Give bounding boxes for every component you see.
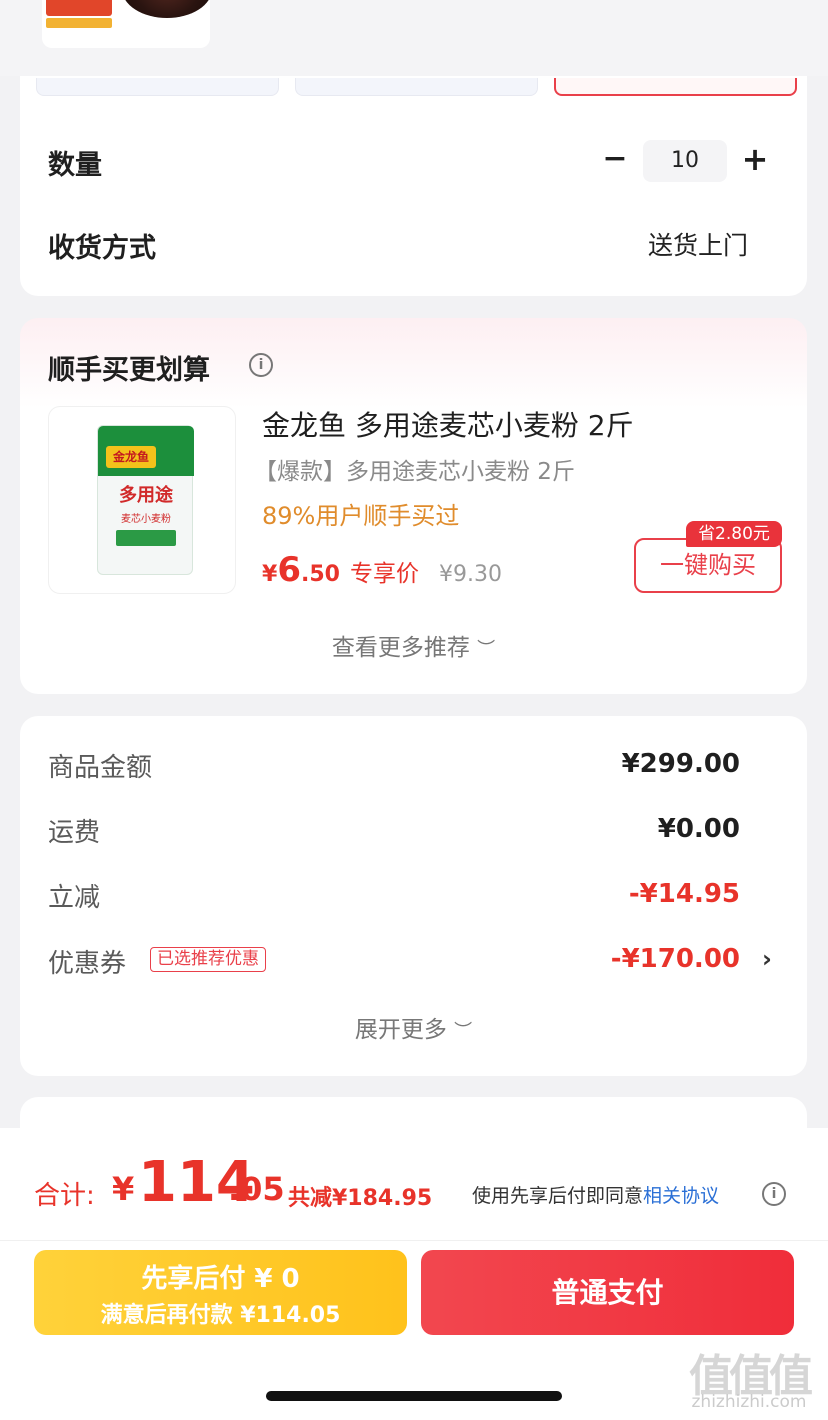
- divider: [0, 1240, 828, 1241]
- thumbnail-badge: [46, 0, 112, 16]
- product-photo: [122, 0, 210, 18]
- coupon-value[interactable]: -¥170.00: [611, 944, 740, 974]
- bag-subtitle: 麦芯小麦粉: [121, 514, 171, 525]
- discount-value: -¥14.95: [628, 879, 740, 909]
- bag-label: [116, 530, 176, 546]
- price-integer: 6: [277, 550, 301, 590]
- shipping-value: ¥0.00: [657, 814, 740, 844]
- recommend-title: 顺手买更划算: [48, 355, 210, 386]
- total-label: 合计:: [34, 1181, 95, 1211]
- more-recommendations-link[interactable]: 查看更多推荐 ︶: [20, 628, 807, 662]
- more-recommendations-label: 查看更多推荐: [331, 635, 470, 661]
- pay-later-title: 先享后付 ¥ 0: [141, 1264, 300, 1294]
- subtotal-label: 商品金额: [48, 753, 153, 783]
- bag-header: 金龙鱼: [98, 426, 194, 476]
- chevron-down-icon: ︶: [477, 639, 496, 660]
- bag-title: 多用途: [119, 485, 173, 506]
- save-badge: 省2.80元: [686, 521, 782, 547]
- total-saved: 共减¥184.95: [288, 1186, 433, 1211]
- spec-option-2[interactable]: [295, 78, 538, 96]
- total-symbol: ¥: [112, 1170, 135, 1208]
- price-symbol: ¥: [262, 562, 278, 587]
- discount-label: 立减: [48, 883, 101, 913]
- price-tag: 专享价: [349, 561, 419, 587]
- watermark-url: zhizhizhi.com: [691, 1392, 807, 1412]
- recommend-product-desc: 【爆款】多用途麦芯小麦粉 2斤: [254, 459, 575, 485]
- original-price: ¥9.30: [438, 562, 502, 587]
- quantity-decrease-button[interactable]: −: [600, 143, 630, 177]
- quantity-increase-button[interactable]: +: [740, 143, 770, 177]
- total-amount-decimal: .05: [228, 1170, 285, 1208]
- recommend-users-stat: 89%用户顺手买过: [262, 502, 460, 530]
- agreement-prefix: 使用先享后付即同意: [472, 1185, 644, 1207]
- brand-logo: 金龙鱼: [106, 446, 156, 468]
- quantity-input[interactable]: 10: [643, 140, 727, 182]
- delivery-label: 收货方式: [48, 233, 156, 264]
- agreement-text: 使用先享后付即同意相关协议: [472, 1181, 719, 1208]
- product-thumbnail[interactable]: [42, 0, 210, 48]
- recommend-price: ¥6.50 专享价 ¥9.30: [262, 550, 502, 590]
- spec-option-1[interactable]: [36, 78, 279, 96]
- info-icon[interactable]: i: [762, 1182, 786, 1206]
- pay-later-subtitle: 满意后再付款 ¥114.05: [100, 1303, 341, 1328]
- shipping-label: 运费: [48, 818, 101, 848]
- chevron-down-icon: ︶: [454, 1021, 473, 1042]
- pay-later-button[interactable]: 先享后付 ¥ 0 满意后再付款 ¥114.05: [34, 1250, 407, 1335]
- home-indicator[interactable]: [266, 1391, 562, 1401]
- expand-more-link[interactable]: 展开更多 ︶: [20, 1010, 807, 1044]
- recommend-product-image[interactable]: 金龙鱼 多用途 麦芯小麦粉: [48, 406, 236, 594]
- thumbnail-badge-secondary: [46, 18, 112, 28]
- chevron-right-icon[interactable]: ›: [762, 945, 772, 973]
- normal-pay-button[interactable]: 普通支付: [421, 1250, 794, 1335]
- recommend-product-name[interactable]: 金龙鱼 多用途麦芯小麦粉 2斤: [262, 404, 634, 444]
- expand-more-label: 展开更多: [354, 1017, 447, 1043]
- coupon-tag: 已选推荐优惠: [150, 947, 266, 972]
- info-icon[interactable]: i: [249, 353, 273, 377]
- subtotal-value: ¥299.00: [621, 749, 740, 779]
- coupon-label: 优惠券: [48, 949, 127, 979]
- spec-option-selected[interactable]: [554, 78, 797, 96]
- price-decimal: .50: [300, 562, 340, 587]
- quantity-label: 数量: [48, 150, 102, 181]
- agreement-link[interactable]: 相关协议: [643, 1185, 719, 1207]
- delivery-method-value[interactable]: 送货上门: [600, 226, 748, 262]
- flour-bag-illustration: 金龙鱼 多用途 麦芯小麦粉: [97, 425, 194, 575]
